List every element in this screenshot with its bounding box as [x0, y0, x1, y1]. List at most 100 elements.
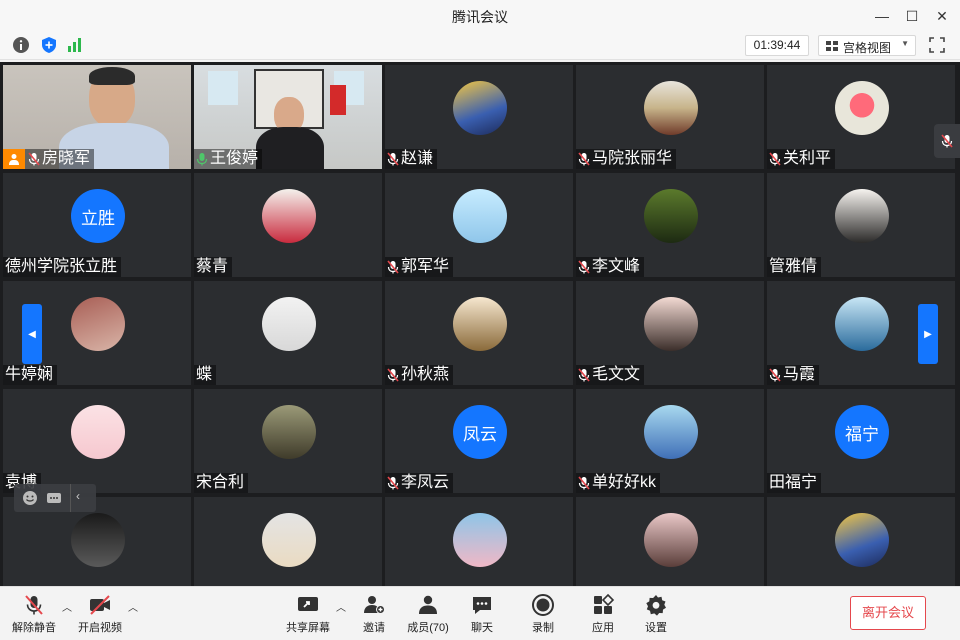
participant-tile[interactable]: 蝶: [194, 281, 382, 385]
participant-tile[interactable]: [767, 497, 955, 586]
minimize-button[interactable]: —: [870, 4, 894, 28]
participant-name: 王俊婷: [210, 150, 259, 167]
next-page-button[interactable]: ▶: [918, 304, 938, 364]
participant-avatar: [453, 189, 507, 243]
mic-muted-icon: [578, 476, 590, 490]
participant-name-tag: 管雅倩: [767, 257, 822, 277]
participant-tile[interactable]: 孙秋燕: [385, 281, 573, 385]
message-icon[interactable]: [46, 490, 62, 506]
leave-meeting-button[interactable]: 离开会议: [850, 596, 926, 630]
participant-name: 关利平: [783, 150, 832, 167]
participant-tile[interactable]: 宋合利: [194, 389, 382, 493]
participant-tile[interactable]: 袁博: [3, 389, 191, 493]
start-video-button[interactable]: 开启视频: [72, 591, 128, 637]
participant-grid: 房晓军 王俊婷 赵谦 马院张丽华 关利平立胜 德州学院张立胜 蔡青 郭军华 李文峰 管雅倩牛婷娴 蝶…: [0, 62, 960, 586]
participant-avatar: [644, 513, 698, 567]
participant-tile[interactable]: 关利平: [767, 65, 955, 169]
unmute-button[interactable]: 解除静音: [6, 591, 62, 637]
participant-name: 赵谦: [401, 150, 434, 167]
participant-tile[interactable]: 蔡青: [194, 173, 382, 277]
apps-icon: [594, 593, 615, 614]
participant-tile[interactable]: 房晓军: [3, 65, 191, 169]
chevron-down-icon: ▼: [901, 39, 909, 48]
view-mode-label: 宫格视图: [843, 41, 892, 55]
participant-avatar: [835, 81, 889, 135]
participant-tile[interactable]: 王俊婷: [194, 65, 382, 169]
participant-name: 李文峰: [592, 258, 641, 275]
participant-tile[interactable]: 马院张丽华: [576, 65, 764, 169]
members-button[interactable]: 成员(70): [400, 591, 456, 637]
signal-icon[interactable]: [66, 36, 84, 54]
participant-tile[interactable]: 郭军华: [385, 173, 573, 277]
emoji-icon[interactable]: [22, 490, 38, 506]
participant-name: 田福宁: [769, 474, 818, 491]
settings-button[interactable]: 设置: [628, 591, 684, 637]
participant-tile[interactable]: 赵谦: [385, 65, 573, 169]
participant-name-tag: 马院张丽华: [576, 149, 677, 169]
participant-name: 蔡青: [196, 258, 229, 275]
participant-tile[interactable]: 凤云 李凤云: [385, 389, 573, 493]
invite-button[interactable]: 邀请: [346, 591, 402, 637]
mic-muted-icon: [578, 368, 590, 382]
participant-avatar: [71, 405, 125, 459]
participant-tile[interactable]: 毛文文: [576, 281, 764, 385]
floating-mute-button[interactable]: [934, 124, 960, 158]
participant-tile[interactable]: [576, 497, 764, 586]
mic-muted-icon: [578, 152, 590, 166]
participant-avatar: [835, 513, 889, 567]
participant-avatar: [644, 81, 698, 135]
participant-tile[interactable]: 李文峰: [576, 173, 764, 277]
participant-name: 马霞: [783, 366, 816, 383]
participant-name: 管雅倩: [769, 258, 818, 275]
info-icon[interactable]: [12, 36, 30, 54]
participant-avatar: [835, 189, 889, 243]
share-screen-button[interactable]: 共享屏幕: [280, 591, 336, 637]
window-title: 腾讯会议: [452, 9, 508, 25]
chat-button[interactable]: 聊天: [454, 591, 510, 637]
participant-tile[interactable]: 福宁 田福宁: [767, 389, 955, 493]
mic-muted-icon: [387, 368, 399, 382]
participant-name-tag: 李凤云: [385, 473, 454, 493]
participant-name-tag: 王俊婷: [194, 149, 263, 169]
share-screen-icon: [298, 597, 318, 611]
participant-name-tag: 蝶: [194, 365, 217, 385]
floating-reaction-bar[interactable]: ‹: [14, 484, 96, 512]
fullscreen-icon[interactable]: [928, 36, 946, 54]
prev-page-button[interactable]: ◀: [22, 304, 42, 364]
meeting-toolbar: 01:39:44 宫格视图 ▼: [0, 32, 960, 60]
chat-icon: [473, 597, 491, 614]
participant-name: 毛文文: [592, 366, 641, 383]
mic-on-icon: [196, 153, 208, 166]
close-button[interactable]: ✕: [930, 4, 954, 28]
participant-name-tag: 单好好kk: [576, 473, 661, 493]
participant-name-tag: 李文峰: [576, 257, 645, 277]
participant-name-tag: 宋合利: [194, 473, 249, 493]
view-mode-select[interactable]: 宫格视图 ▼: [818, 35, 916, 56]
participant-avatar: 立胜: [71, 189, 125, 243]
video-options-chevron-icon[interactable]: ︿: [127, 599, 139, 614]
participant-name: 郭军华: [401, 258, 450, 275]
maximize-button[interactable]: ☐: [900, 4, 924, 28]
participant-name: 孙秋燕: [401, 366, 450, 383]
chat-label: 聊天: [471, 622, 493, 634]
shield-icon[interactable]: [40, 36, 58, 54]
share-screen-label: 共享屏幕: [286, 622, 330, 634]
unmute-label: 解除静音: [12, 622, 56, 634]
collapse-chevron-icon[interactable]: ‹: [76, 489, 80, 503]
mic-muted-icon: [387, 260, 399, 274]
start-video-label: 开启视频: [78, 622, 122, 634]
settings-label: 设置: [645, 622, 667, 634]
participant-tile[interactable]: [385, 497, 573, 586]
record-button[interactable]: 录制: [515, 591, 571, 637]
participant-tile[interactable]: [194, 497, 382, 586]
invite-label: 邀请: [363, 622, 385, 634]
apps-button[interactable]: 应用: [575, 591, 631, 637]
participant-name-tag: 牛婷娴: [3, 365, 58, 385]
participant-name: 房晓军: [42, 150, 91, 167]
participant-tile[interactable]: 单好好kk: [576, 389, 764, 493]
participant-tile[interactable]: 立胜 德州学院张立胜: [3, 173, 191, 277]
participant-avatar: [453, 297, 507, 351]
camera-off-icon: [90, 595, 110, 615]
bottom-control-bar: 解除静音 ︿ 开启视频 ︿ 共享屏幕 ︿ 邀请 成员(70) 聊天 录制 应用 …: [0, 586, 960, 640]
participant-tile[interactable]: 管雅倩: [767, 173, 955, 277]
